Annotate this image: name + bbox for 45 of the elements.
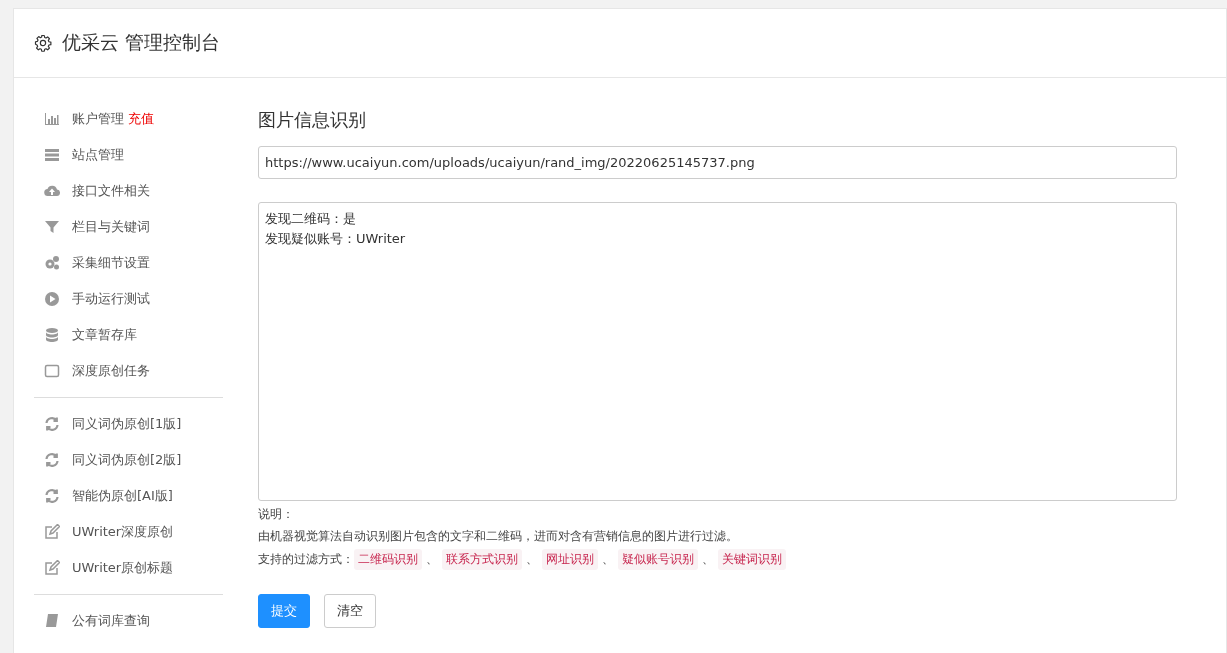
separator-mark: 、 bbox=[525, 551, 539, 568]
sidebar-item[interactable]: 接口文件相关 bbox=[72, 182, 150, 200]
clear-button[interactable]: 清空 bbox=[324, 594, 376, 628]
settings-icon bbox=[34, 34, 52, 52]
filter-method-tag: 关键词识别 bbox=[718, 549, 786, 570]
separator-mark: 、 bbox=[701, 551, 715, 568]
separator-mark: 、 bbox=[601, 551, 615, 568]
filter-method-tag: 疑似账号识别 bbox=[618, 549, 698, 570]
filter-method-tag: 联系方式识别 bbox=[442, 549, 522, 570]
sidebar-item[interactable]: 同义词伪原创[1版] bbox=[72, 415, 182, 433]
description-text: 由机器视觉算法自动识别图片包含的文字和二维码，进而对含有营销信息的图片进行过滤。 bbox=[258, 528, 739, 545]
console-title: 优采云 管理控制台 bbox=[62, 30, 221, 55]
sidebar-item[interactable]: 智能伪原创[AI版] bbox=[72, 487, 173, 505]
server-icon bbox=[44, 147, 60, 163]
filter-icon bbox=[44, 219, 60, 235]
db-icon bbox=[44, 327, 60, 343]
refresh-icon bbox=[44, 416, 60, 432]
sidebar-item[interactable]: 站点管理 bbox=[72, 146, 124, 164]
notes-title: 说明： bbox=[258, 506, 295, 523]
square-icon bbox=[44, 363, 60, 379]
recharge-link[interactable]: 充值 bbox=[128, 110, 154, 128]
sidebar-item[interactable]: 采集细节设置 bbox=[72, 254, 150, 272]
sidebar-item[interactable]: 账户管理 bbox=[72, 110, 124, 128]
section-title: 图片信息识别 bbox=[258, 108, 367, 132]
sidebar-item[interactable]: 文章暂存库 bbox=[72, 326, 137, 344]
sidebar-item[interactable]: 公有词库查询 bbox=[72, 612, 150, 630]
sidebar-item[interactable]: 栏目与关键词 bbox=[72, 218, 150, 236]
refresh-icon bbox=[44, 488, 60, 504]
refresh-icon bbox=[44, 452, 60, 468]
filter-method-tag: 网址识别 bbox=[542, 549, 598, 570]
sidebar-item[interactable]: 手动运行测试 bbox=[72, 290, 150, 308]
filter-method-tag: 二维码识别 bbox=[354, 549, 422, 570]
sidebar-item[interactable]: 深度原创任务 bbox=[72, 362, 150, 380]
play-icon bbox=[44, 291, 60, 307]
sidebar-item[interactable]: 同义词伪原创[2版] bbox=[72, 451, 182, 469]
sidebar-item[interactable]: UWriter原创标题 bbox=[72, 559, 174, 577]
methods-label: 支持的过滤方式： bbox=[258, 551, 354, 568]
url-field[interactable]: https://www.ucaiyun.com/uploads/ucaiyun/rand_img/20220625145737.png bbox=[258, 146, 1177, 179]
result-box[interactable]: 发现二维码：是 发现疑似账号：UWriter bbox=[258, 202, 1177, 501]
edit-icon bbox=[44, 560, 60, 576]
sidebar-item[interactable]: UWriter深度原创 bbox=[72, 523, 174, 541]
cloud-icon bbox=[44, 183, 60, 199]
separator-mark: 、 bbox=[425, 551, 439, 568]
edit-icon bbox=[44, 524, 60, 540]
chart-icon bbox=[44, 111, 60, 127]
